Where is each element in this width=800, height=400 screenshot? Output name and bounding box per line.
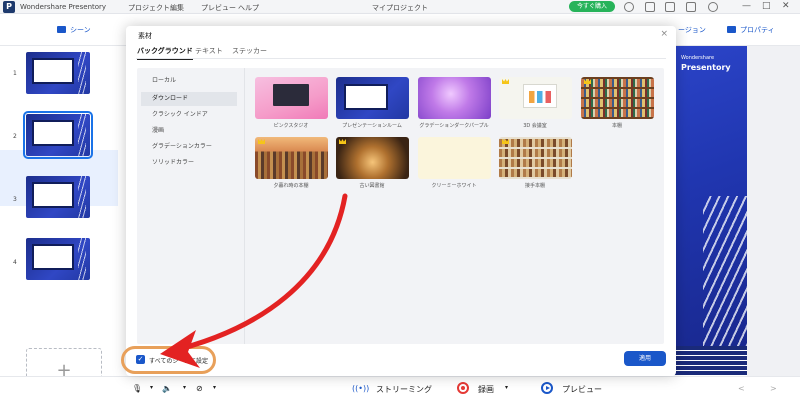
thumbnail-label: グラデーションダークパープル xyxy=(419,123,489,129)
background-thumbnail[interactable] xyxy=(255,137,328,179)
properties-tab[interactable]: プロパティ xyxy=(740,25,775,35)
thumbnail-label: ピンクスタジオ xyxy=(273,123,309,129)
slide-thumbnail-1[interactable] xyxy=(26,52,90,94)
close-window-icon[interactable]: ✕ xyxy=(782,1,790,11)
nav-next-icon[interactable]: > xyxy=(770,384,777,393)
thumbnail-label: プレゼンテーションルーム xyxy=(342,123,402,129)
slides-panel: 1 2 3 4 + xyxy=(0,46,118,394)
record-icon[interactable] xyxy=(457,382,469,394)
background-thumbnail[interactable] xyxy=(499,77,572,119)
thumbnail-label: 夕暮れ時の本棚 xyxy=(273,183,309,189)
canvas-floor xyxy=(673,346,747,376)
preview-icon[interactable] xyxy=(541,382,553,394)
close-icon[interactable]: × xyxy=(660,29,668,39)
category-local[interactable]: ローカル xyxy=(141,74,237,88)
material-dialog: 素材 × バックグラウンド テキスト ステッカー ローカル ダウンロード クラシ… xyxy=(126,26,676,376)
slide-canvas[interactable]: Wondershare Presentory xyxy=(673,46,747,376)
thumbnail-label: 3D 会議室 xyxy=(523,123,547,129)
background-thumbnail[interactable] xyxy=(418,77,491,119)
streaming-icon[interactable]: ((•)) xyxy=(352,384,369,393)
menu-edit[interactable]: 編集 xyxy=(170,3,184,13)
account-icon[interactable] xyxy=(708,2,718,12)
background-thumbnail[interactable] xyxy=(418,137,491,179)
menu-project[interactable]: プロジェクト xyxy=(128,3,170,13)
slide-thumbnail-4[interactable] xyxy=(26,238,90,280)
category-gradient-color[interactable]: グラデーションカラー xyxy=(141,140,237,154)
dialog-title: 素材 xyxy=(138,32,152,40)
slide-number: 1 xyxy=(13,70,17,77)
category-solid-color[interactable]: ソリッドカラー xyxy=(141,156,237,170)
minimize-icon[interactable]: — xyxy=(742,1,751,11)
chevron-down-icon[interactable]: ▾ xyxy=(505,384,508,391)
category-classic-indoor[interactable]: クラシック インドア xyxy=(141,108,237,122)
category-download[interactable]: ダウンロード xyxy=(141,92,237,106)
category-cartoon[interactable]: 漫画 xyxy=(141,124,237,138)
material-content: ローカル ダウンロード クラシック インドア 漫画 グラデーションカラー ソリッ… xyxy=(137,68,664,344)
background-thumbnail[interactable] xyxy=(255,77,328,119)
background-thumbnail[interactable] xyxy=(499,137,572,179)
slide-number: 2 xyxy=(13,133,17,140)
panel-divider xyxy=(244,68,245,344)
right-panel xyxy=(747,46,800,376)
highlight-ring xyxy=(121,346,216,374)
share-icon[interactable] xyxy=(686,2,696,12)
background-thumbnail[interactable] xyxy=(336,137,409,179)
record-button[interactable]: 録画 xyxy=(478,384,494,395)
slide-number: 4 xyxy=(13,259,17,266)
speaker-icon[interactable]: 🔈 xyxy=(162,384,172,393)
scene-icon xyxy=(57,26,66,33)
premium-crown-icon xyxy=(339,139,346,144)
tab-text[interactable]: テキスト xyxy=(195,46,223,56)
preview-button[interactable]: プレビュー xyxy=(562,384,602,395)
thumbnail-label: 接手本棚 xyxy=(524,183,545,189)
premium-crown-icon xyxy=(584,79,591,84)
app-name: Wondershare Presentory xyxy=(20,3,107,11)
menu-preview[interactable]: プレビュー xyxy=(201,3,236,13)
feedback-icon[interactable] xyxy=(645,2,655,12)
scene-tab[interactable]: シーン xyxy=(70,25,91,35)
thumbnail-label: クリーミーホワイト xyxy=(431,183,477,189)
premium-crown-icon xyxy=(258,139,265,144)
canvas-logo: Wondershare Presentory xyxy=(681,55,731,72)
title-bar: P Wondershare Presentory プロジェクト 編集 プレビュー… xyxy=(0,0,800,14)
slide-thumbnail-3[interactable] xyxy=(26,176,90,218)
slide-thumbnail-2[interactable] xyxy=(23,111,93,159)
canvas-decoration xyxy=(703,196,747,346)
chevron-down-icon[interactable]: ▾ xyxy=(213,384,216,391)
nav-prev-icon[interactable]: < xyxy=(738,384,745,393)
properties-icon xyxy=(727,26,736,33)
premium-crown-icon xyxy=(502,79,509,84)
maximize-icon[interactable]: □ xyxy=(762,1,771,11)
chevron-down-icon[interactable]: ▾ xyxy=(150,384,153,391)
premium-crown-icon xyxy=(502,139,509,144)
microphone-icon[interactable]: 🎙 xyxy=(132,384,142,393)
menu-help[interactable]: ヘルプ xyxy=(238,3,259,13)
thumbnail-label: 本棚 xyxy=(611,123,622,129)
app-logo-icon: P xyxy=(3,1,15,13)
tab-divider xyxy=(136,58,666,59)
project-title: マイプロジェクト xyxy=(372,4,428,12)
slide-number: 3 xyxy=(13,196,17,203)
chevron-down-icon[interactable]: ▾ xyxy=(183,384,186,391)
version-tab[interactable]: ージョン xyxy=(678,25,706,35)
bottom-control-bar: 🎙 ▾ 🔈 ▾ ⊘ ▾ ((•)) ストリーミング 録画 ▾ プレビュー < > xyxy=(0,376,800,400)
background-thumbnail[interactable] xyxy=(581,77,654,119)
thumbnail-label: 古い図書館 xyxy=(359,183,385,189)
streaming-button[interactable]: ストリーミング xyxy=(376,384,432,395)
settings-icon[interactable] xyxy=(624,2,634,12)
tab-sticker[interactable]: ステッカー xyxy=(232,46,267,56)
buy-now-button[interactable]: 今すぐ購入 xyxy=(569,1,615,12)
apply-button[interactable]: 適用 xyxy=(624,351,666,366)
camera-off-icon[interactable]: ⊘ xyxy=(196,384,203,393)
document-icon[interactable] xyxy=(665,2,675,12)
background-thumbnail[interactable] xyxy=(336,77,409,119)
